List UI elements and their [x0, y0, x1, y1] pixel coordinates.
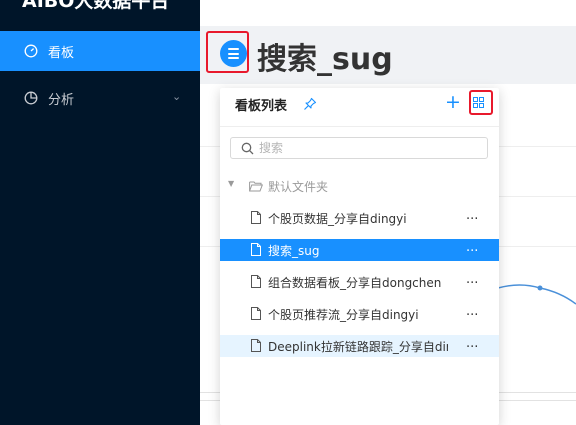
title-row: 搜索_sug — [200, 26, 576, 84]
more-icon[interactable]: ... — [466, 240, 478, 255]
dashboard-list-panel: 看板列表 + ▼ 默认文件夹 个股页数据_分享自dingyi — [220, 88, 499, 425]
divider — [220, 126, 499, 127]
file-icon — [251, 243, 261, 256]
sidebar: AIBO大数据平台 看板 分析 ⌄ — [0, 0, 200, 425]
pie-chart-icon — [24, 91, 38, 105]
list-item[interactable]: 个股页推荐流_分享自dingyi ... — [220, 303, 499, 325]
highlight-box — [469, 90, 493, 115]
add-dashboard-button[interactable]: + — [445, 92, 461, 112]
list-item-label: 组合数据看板_分享自dongchen — [268, 276, 442, 290]
search-box[interactable] — [230, 137, 488, 159]
more-icon[interactable]: ... — [466, 208, 478, 223]
file-icon — [251, 307, 261, 320]
list-item[interactable]: 搜索_sug ... — [220, 239, 499, 261]
folder-label: 默认文件夹 — [268, 180, 329, 194]
search-input[interactable] — [259, 140, 479, 156]
chart-point — [537, 285, 543, 291]
file-icon — [251, 339, 261, 352]
page-title: 搜索_sug — [257, 42, 393, 77]
sidebar-item-analysis[interactable]: 分析 ⌄ — [0, 78, 200, 118]
chevron-down-icon: ⌄ — [172, 90, 182, 103]
list-item-label: 搜索_sug — [268, 244, 320, 258]
list-item-label: Deeplink拉新链路跟踪_分享自dingyi — [268, 340, 448, 354]
more-icon[interactable]: ... — [466, 304, 478, 319]
panel-title: 看板列表 — [235, 99, 288, 114]
more-icon[interactable]: ... — [466, 272, 478, 287]
list-item-label: 个股页推荐流_分享自dingyi — [268, 308, 419, 322]
top-bar — [200, 0, 576, 26]
highlight-box — [206, 31, 249, 73]
sidebar-item-label: 分析 — [48, 93, 75, 108]
file-icon — [251, 275, 261, 288]
folder-default[interactable]: ▼ 默认文件夹 — [220, 176, 499, 198]
brand-title: AIBO大数据平台 — [22, 0, 170, 12]
dashboard-icon — [24, 44, 38, 58]
panel-header: 看板列表 + — [220, 88, 499, 118]
list-item[interactable]: 组合数据看板_分享自dongchen ... — [220, 271, 499, 293]
caret-down-icon[interactable]: ▼ — [228, 179, 234, 188]
chart-line — [497, 284, 576, 305]
folder-open-icon — [249, 181, 263, 192]
sidebar-item-label: 看板 — [48, 46, 75, 61]
search-icon — [241, 142, 254, 155]
file-icon — [251, 211, 261, 224]
more-icon[interactable]: ... — [466, 336, 478, 351]
list-item[interactable]: Deeplink拉新链路跟踪_分享自dingyi ... — [220, 335, 499, 357]
brand-logo: AIBO大数据平台 — [0, 0, 200, 16]
list-item-label: 个股页数据_分享自dingyi — [268, 212, 407, 226]
pin-icon[interactable] — [303, 97, 317, 111]
list-item[interactable]: 个股页数据_分享自dingyi ... — [220, 207, 499, 229]
sidebar-item-dashboard[interactable]: 看板 — [0, 31, 200, 71]
